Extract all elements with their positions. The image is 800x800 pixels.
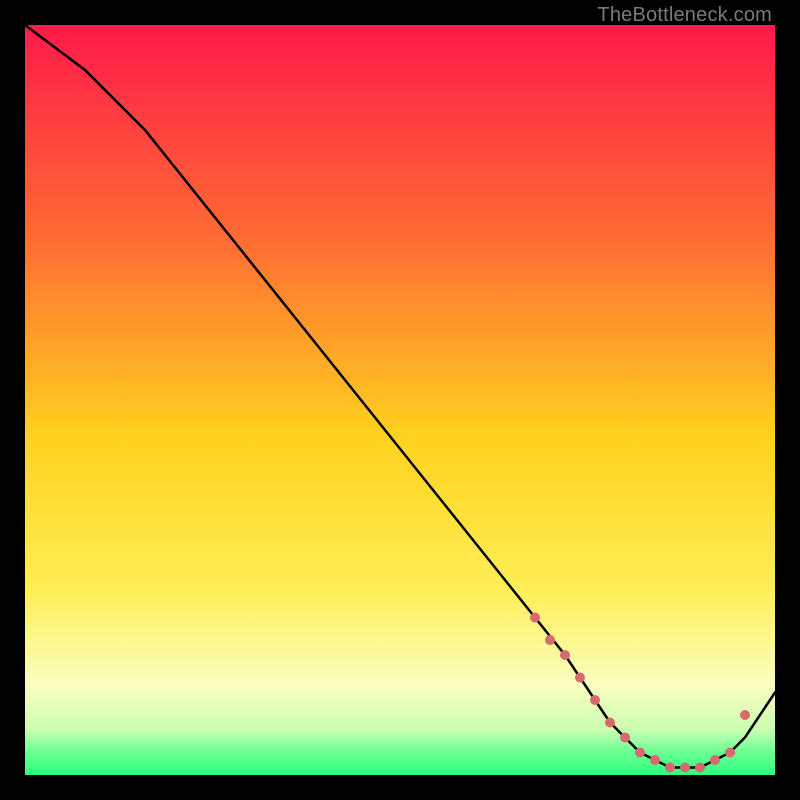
highlight-dot [530, 613, 540, 623]
highlight-dot [635, 748, 645, 758]
highlight-dot [590, 695, 600, 705]
bottleneck-curve [25, 25, 775, 768]
plot-area [25, 25, 775, 775]
highlight-dot [695, 763, 705, 773]
highlight-dot [605, 718, 615, 728]
highlight-dot [575, 673, 585, 683]
watermark-text: TheBottleneck.com [597, 4, 772, 27]
highlight-dot [545, 635, 555, 645]
highlight-dot [740, 710, 750, 720]
highlight-dot [725, 748, 735, 758]
highlight-dot [650, 755, 660, 765]
highlight-dot [560, 650, 570, 660]
highlight-dot [665, 763, 675, 773]
highlight-dot [620, 733, 630, 743]
chart-frame: TheBottleneck.com [0, 0, 800, 800]
curve-layer [25, 25, 775, 775]
highlight-dot [710, 755, 720, 765]
highlight-dot [680, 763, 690, 773]
